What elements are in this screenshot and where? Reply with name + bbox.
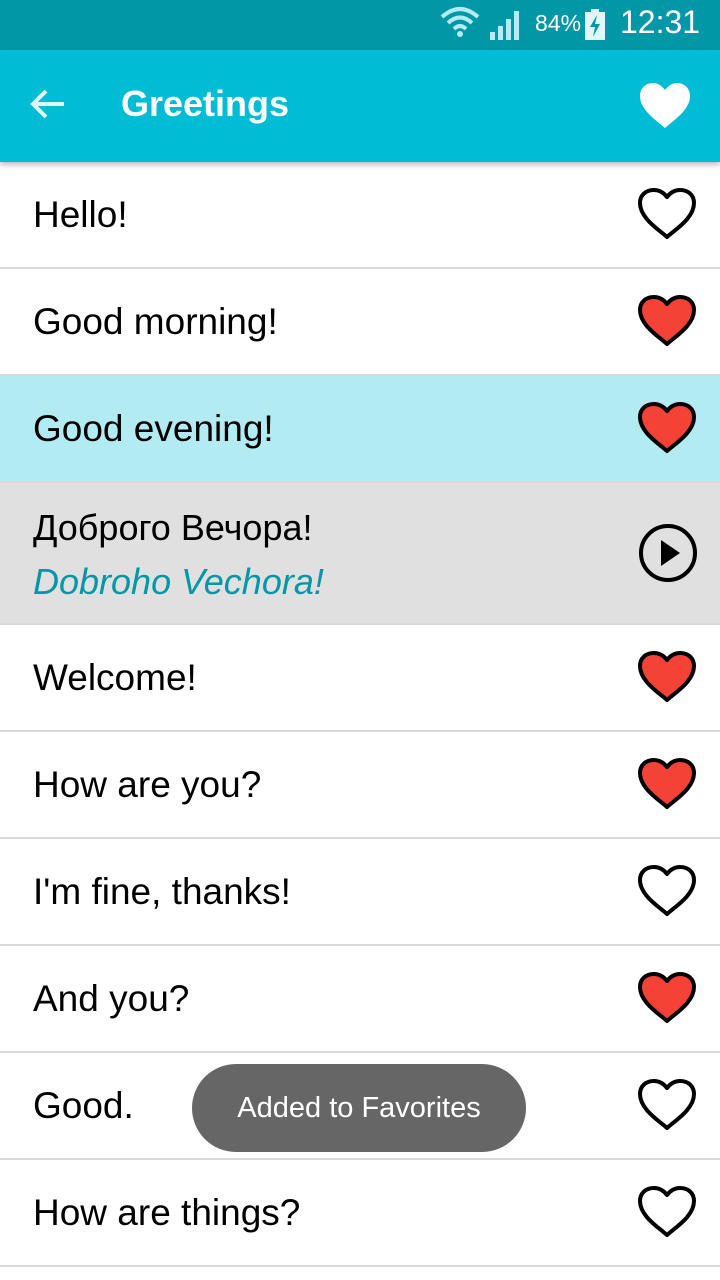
phrase-text: Good evening! (33, 408, 274, 449)
favorite-toggle[interactable] (632, 1075, 702, 1137)
clock: 12:31 (620, 4, 701, 40)
heart-outline-icon (636, 1183, 698, 1244)
signal-icon (488, 8, 524, 45)
phrase-row[interactable]: How are you? (0, 732, 720, 839)
favorite-toggle[interactable] (632, 291, 702, 353)
battery-percent: 84% (535, 10, 582, 36)
phrase-text: Good morning! (33, 301, 278, 342)
favorite-toggle[interactable] (632, 754, 702, 816)
phrase-row[interactable]: How are things? (0, 1160, 720, 1267)
favorite-toggle[interactable] (632, 1182, 702, 1244)
phrase-text: Good. (33, 1085, 134, 1126)
phrase-text: Welcome! (33, 657, 197, 698)
play-circle-icon (637, 522, 699, 589)
phrase-text: How are things? (33, 1192, 301, 1233)
heart-outline-icon (636, 862, 698, 923)
phrase-text: And you? (33, 978, 190, 1019)
translation-transliteration: Dobroho Vechora! (33, 561, 324, 602)
phrase-text: How are you? (33, 764, 262, 805)
phrase-text: Hello! (33, 194, 128, 235)
heart-filled-icon (636, 292, 698, 353)
favorite-toggle[interactable] (632, 398, 702, 460)
toast-message: Added to Favorites (192, 1064, 526, 1152)
arrow-left-icon (30, 88, 66, 125)
phrase-row[interactable]: And you? (0, 946, 720, 1053)
heart-outline-icon (636, 185, 698, 246)
back-button[interactable] (24, 82, 72, 130)
heart-filled-icon (636, 80, 694, 137)
favorite-toggle[interactable] (632, 647, 702, 709)
phrase-row-selected[interactable]: Good evening! (0, 376, 720, 483)
heart-outline-icon (636, 1076, 698, 1137)
play-audio-button[interactable] (636, 523, 700, 587)
page-title: Greetings (121, 83, 290, 124)
translation-native: Доброго Вечора! (33, 507, 313, 548)
battery-charging-icon (584, 9, 606, 46)
heart-filled-icon (636, 648, 698, 709)
phrase-row[interactable]: I'm fine, thanks! (0, 839, 720, 946)
status-bar: 84% 12:31 (0, 0, 720, 50)
heart-filled-icon (636, 399, 698, 460)
heart-filled-icon (636, 755, 698, 816)
phrase-translation-panel: Доброго Вечора! Dobroho Vechora! (0, 483, 720, 625)
favorite-toggle[interactable] (632, 861, 702, 923)
favorite-toggle[interactable] (632, 184, 702, 246)
phrase-row[interactable]: Hello! (0, 162, 720, 269)
favorite-toggle[interactable] (632, 968, 702, 1030)
heart-filled-icon (636, 969, 698, 1030)
wifi-icon (440, 5, 480, 46)
favorites-button[interactable] (630, 78, 700, 138)
app-bar: Greetings (0, 50, 720, 162)
phrase-row[interactable]: Good morning! (0, 269, 720, 376)
phrase-text: I'm fine, thanks! (33, 871, 291, 912)
phrase-row[interactable]: Welcome! (0, 625, 720, 732)
